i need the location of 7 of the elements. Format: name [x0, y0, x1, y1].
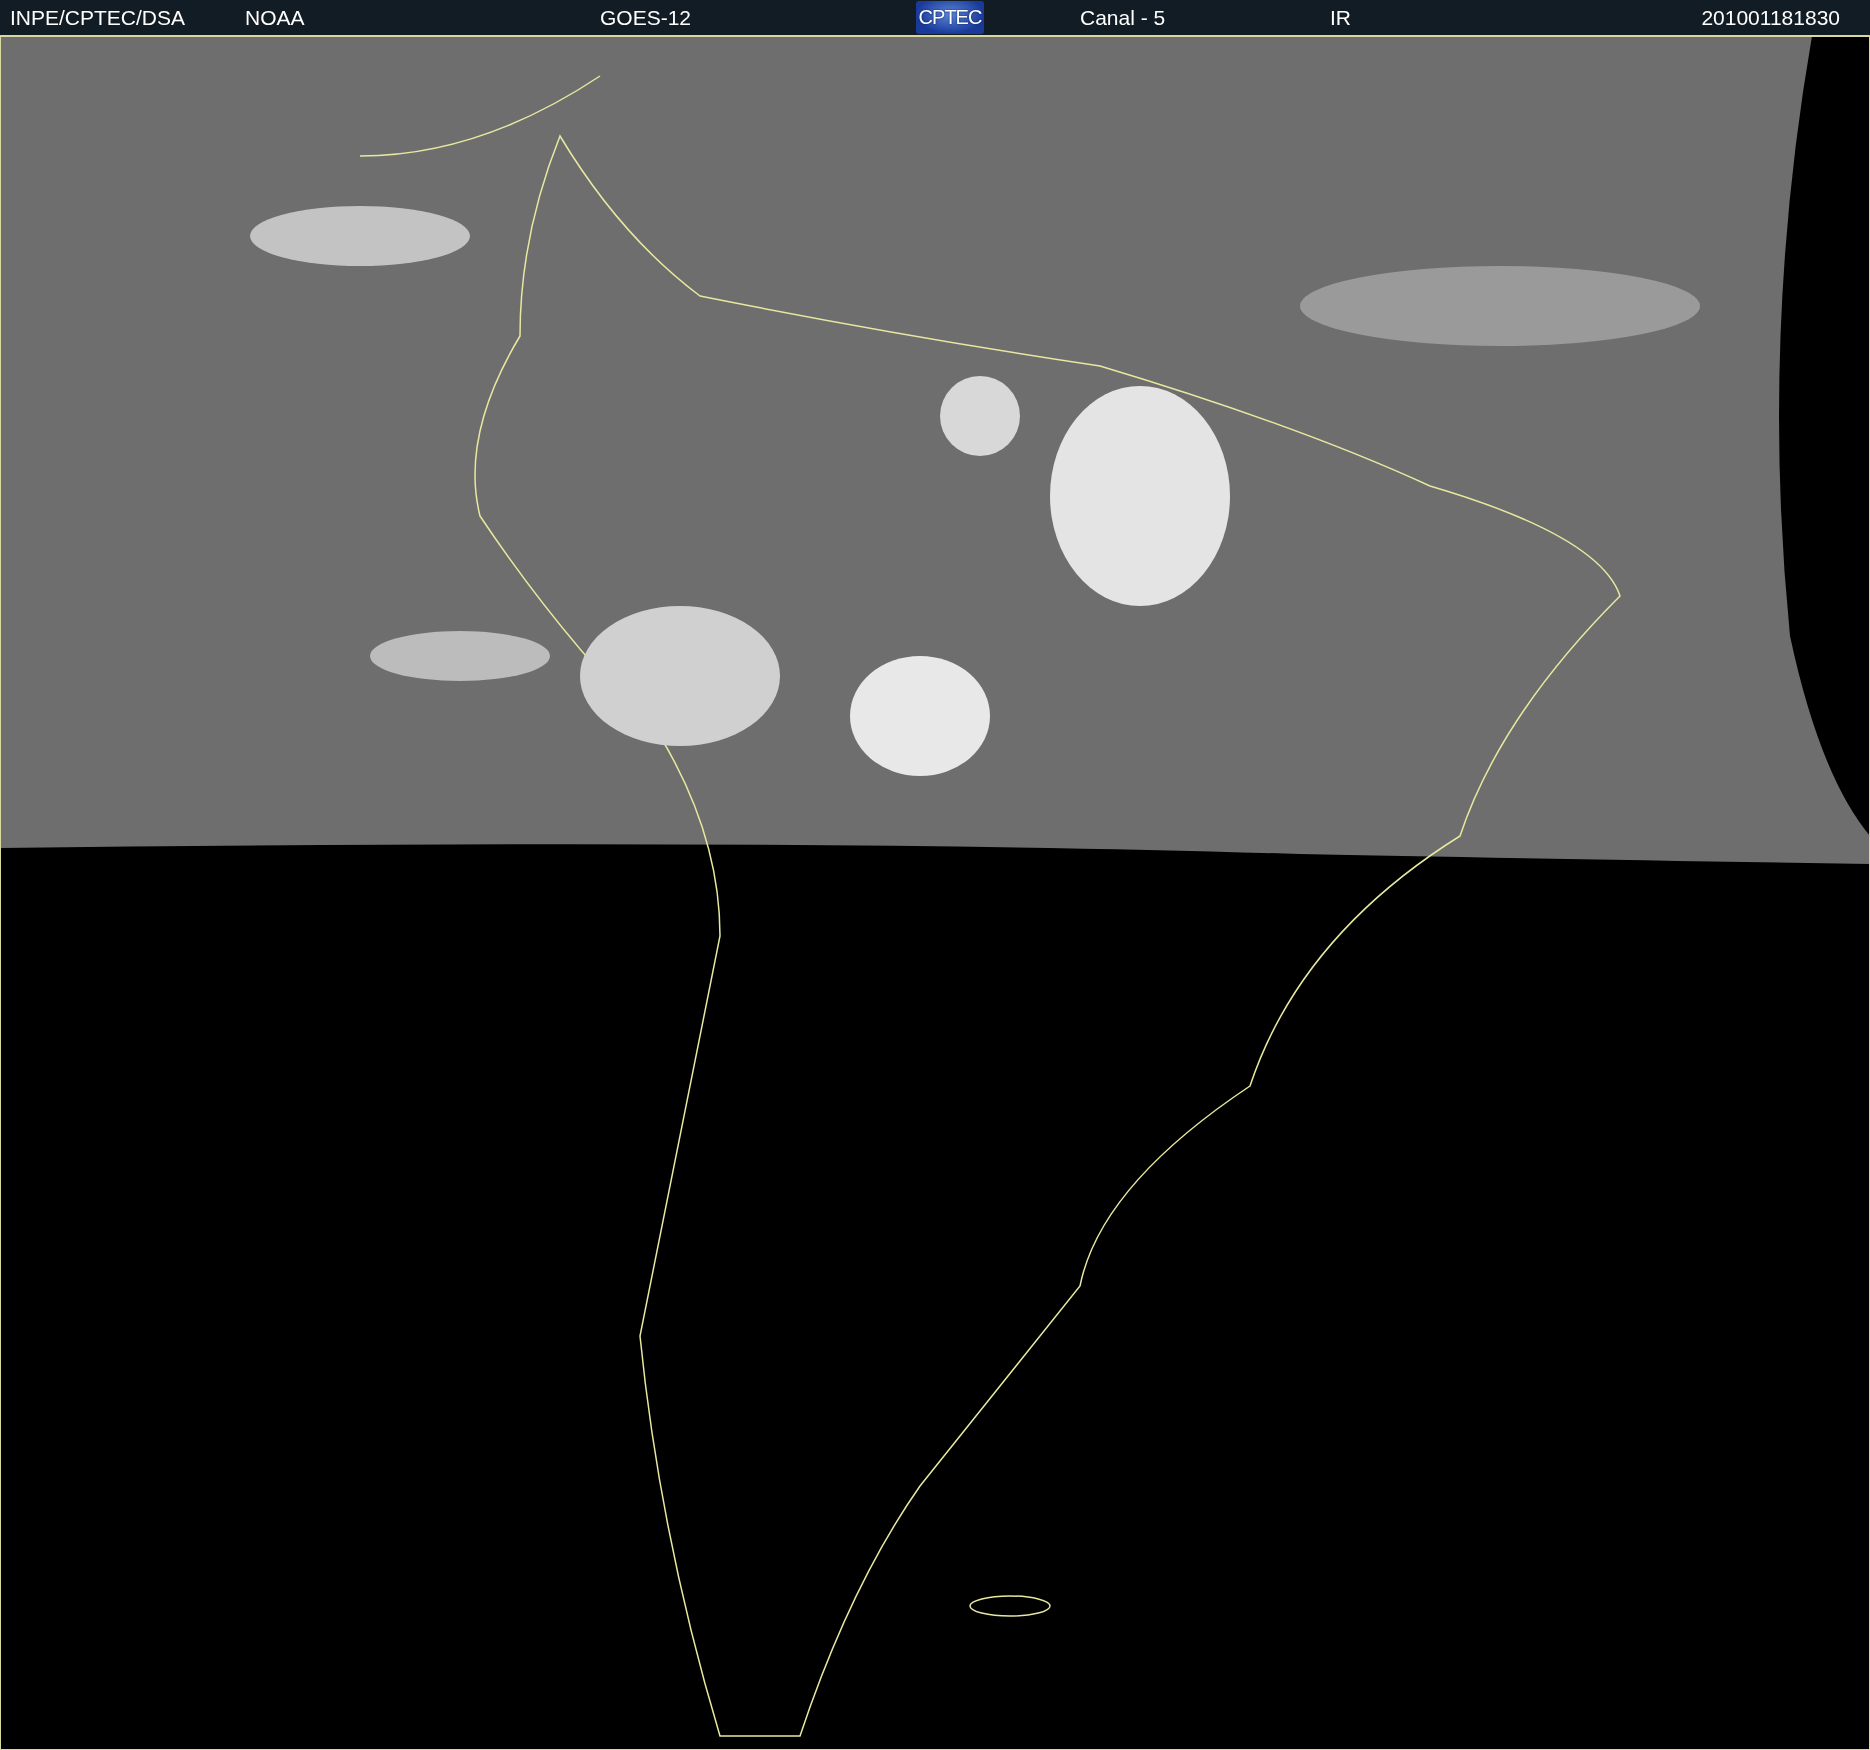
header-label: IR [1330, 5, 1351, 30]
cptec-logo: CPTEC [916, 1, 984, 34]
header-label: GOES-12 [600, 5, 692, 30]
header-label: Canal - 5 [1080, 5, 1166, 30]
header-label: NOAA [245, 5, 305, 30]
header-label: INPE/CPTEC/DSA [10, 5, 186, 30]
header-label: 201001181830 [1701, 5, 1840, 30]
